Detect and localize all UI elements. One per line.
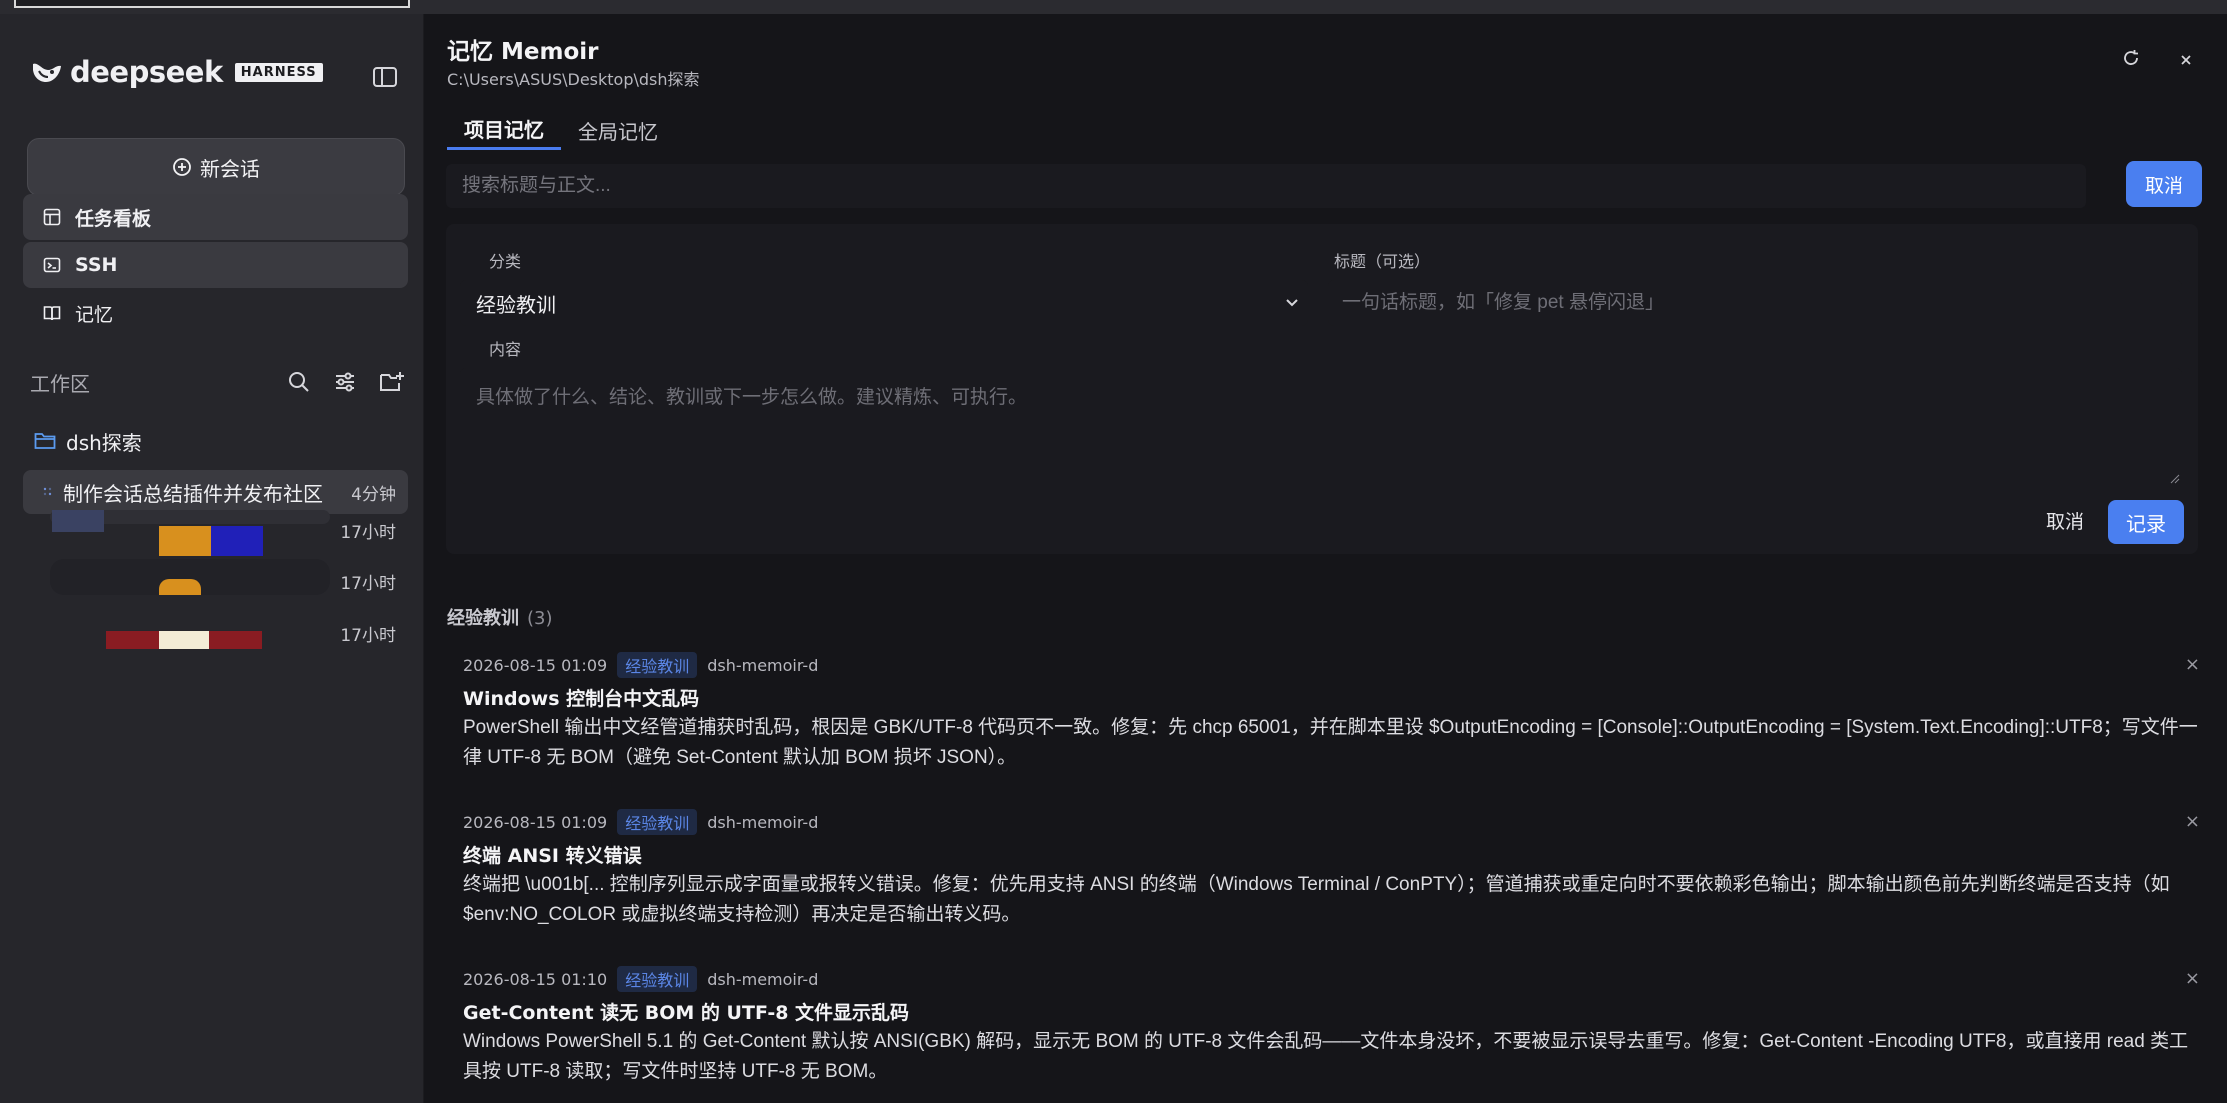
memory-entry: 2026-08-15 01:09 经验教训 dsh-memoir-d × 终端 … <box>463 809 2208 930</box>
close-icon <box>2181 55 2191 65</box>
session-item[interactable]: 17小时 <box>44 559 408 599</box>
sidebar-item-label: 任务看板 <box>75 207 152 230</box>
workspace-folder[interactable]: dsh探索 <box>34 424 142 458</box>
content-label: 内容 <box>489 340 522 359</box>
entry-meta: 2026-08-15 01:09 经验教训 dsh-memoir-d <box>463 652 2208 678</box>
folder-icon <box>34 433 56 449</box>
entry-body: 终端把 \u001b[... 控制序列显示成字面量或报转义错误。修复：优先用支持… <box>463 874 2170 925</box>
entry-meta: 2026-08-15 01:09 经验教训 dsh-memoir-d <box>463 809 2208 835</box>
logo: deepseek HARNESS <box>30 52 323 92</box>
entry-source: dsh-memoir-d <box>707 812 819 832</box>
entry-tag: 经验教训 <box>617 652 698 678</box>
plus-circle-icon <box>173 158 191 176</box>
delete-entry-icon[interactable]: × <box>2185 811 2200 832</box>
refresh-button[interactable] <box>2119 48 2143 72</box>
whale-logo-icon <box>33 63 61 82</box>
entry-title: 终端 ANSI 转义错误 <box>463 845 642 867</box>
search-icon[interactable] <box>287 370 311 394</box>
sidebar-item-label: SSH <box>75 254 118 276</box>
category-value: 经验教训 <box>476 292 556 317</box>
title-field[interactable] <box>1328 280 2182 326</box>
filter-sliders-icon[interactable] <box>333 370 357 394</box>
entry-source: dsh-memoir-d <box>707 969 819 989</box>
entry-title: Windows 控制台中文乱码 <box>463 688 700 710</box>
sidebar-item-task-board[interactable]: 任务看板 <box>23 194 408 240</box>
folder-name: dsh探索 <box>66 430 142 455</box>
entry-tag: 经验教训 <box>617 966 698 992</box>
list-heading-label: 经验教训 <box>447 608 519 629</box>
entry-date: 2026-08-15 01:09 <box>463 655 608 675</box>
save-button[interactable]: 记录 <box>2108 500 2184 544</box>
entry-date: 2026-08-15 01:10 <box>463 969 608 989</box>
window-tab[interactable] <box>14 0 410 8</box>
sidebar-item-ssh[interactable]: SSH <box>23 242 408 288</box>
sidebar-item-memory[interactable]: 记忆 <box>23 290 408 336</box>
board-icon <box>43 208 61 226</box>
session-time: 17小时 <box>340 523 396 543</box>
workspace-header: 工作区 <box>30 366 405 398</box>
book-icon <box>43 306 61 321</box>
memoir-panel: 记忆 Memoir C:\Users\ASUS\Desktop\dsh探索 项目… <box>424 14 2227 1103</box>
title-label: 标题（可选） <box>1334 252 1431 271</box>
list-count: (3) <box>527 608 553 629</box>
refresh-icon <box>2124 50 2138 65</box>
logo-text: deepseek <box>70 55 223 89</box>
workspace-label: 工作区 <box>30 371 90 396</box>
window-top-strip <box>0 0 2227 14</box>
session-item[interactable]: 17小时 <box>44 611 408 651</box>
workspace-path: C:\Users\ASUS\Desktop\dsh探索 <box>447 70 700 89</box>
redacted-title <box>211 526 263 556</box>
sidebar-toggle-button[interactable] <box>372 66 400 92</box>
sidebar: deepseek HARNESS 新会话 任务看板 SSH 记忆 工作区 dsh… <box>0 14 424 1103</box>
entry-tag: 经验教训 <box>617 809 698 835</box>
category-select[interactable]: 经验教训 <box>460 280 1308 326</box>
new-folder-icon[interactable] <box>379 370 405 394</box>
form-cancel-button[interactable]: 取消 <box>2046 500 2084 540</box>
memory-tabs: 项目记忆 全局记忆 <box>447 110 675 150</box>
new-chat-button[interactable]: 新会话 <box>27 138 405 196</box>
sidebar-item-label: 记忆 <box>75 303 114 326</box>
sidebar-toggle-icon <box>373 67 397 87</box>
resize-handle-icon[interactable] <box>2170 474 2180 484</box>
redacted-title <box>52 510 104 532</box>
session-title: 制作会话总结插件并发布社区 <box>63 481 323 506</box>
delete-entry-icon[interactable]: × <box>2185 654 2200 675</box>
entry-date: 2026-08-15 01:09 <box>463 812 608 832</box>
entry-body: Windows PowerShell 5.1 的 Get-Content 默认按… <box>463 1031 2189 1082</box>
new-chat-label: 新会话 <box>200 156 260 181</box>
session-time: 17小时 <box>340 574 396 594</box>
tab-global-memory[interactable]: 全局记忆 <box>561 110 675 150</box>
cancel-button[interactable]: 取消 <box>2126 161 2202 207</box>
category-label: 分类 <box>489 252 522 271</box>
terminal-icon <box>43 257 61 273</box>
search-input[interactable] <box>446 164 2086 208</box>
close-button[interactable] <box>2174 48 2198 72</box>
redacted-title <box>159 579 201 595</box>
tab-project-memory[interactable]: 项目记忆 <box>447 110 561 150</box>
loading-dots-icon <box>43 487 52 496</box>
entry-source: dsh-memoir-d <box>707 655 819 675</box>
redacted-title <box>159 526 211 556</box>
redacted-title <box>159 631 209 649</box>
chevron-down-icon <box>1286 299 1298 307</box>
memory-entry: 2026-08-15 01:09 经验教训 dsh-memoir-d × Win… <box>463 652 2208 773</box>
page-title: 记忆 Memoir <box>447 39 599 65</box>
entry-body: PowerShell 输出中文经管道捕获时乱码，根因是 GBK/UTF-8 代码… <box>463 717 2198 768</box>
new-memory-form: 分类 经验教训 标题（可选） 内容 取消 记录 <box>446 224 2198 554</box>
delete-entry-icon[interactable]: × <box>2185 968 2200 989</box>
session-time: 17小时 <box>340 626 396 646</box>
harness-badge: HARNESS <box>234 62 323 82</box>
entry-title: Get-Content 读无 BOM 的 UTF-8 文件显示乱码 <box>463 1002 910 1024</box>
list-heading: 经验教训 (3) <box>447 604 553 630</box>
session-time: 4分钟 <box>351 484 396 505</box>
session-item[interactable]: 17小时 <box>44 508 408 556</box>
content-field[interactable] <box>460 368 2182 484</box>
entry-meta: 2026-08-15 01:10 经验教训 dsh-memoir-d <box>463 966 2208 992</box>
memory-entry: 2026-08-15 01:10 经验教训 dsh-memoir-d × Get… <box>463 966 2208 1087</box>
